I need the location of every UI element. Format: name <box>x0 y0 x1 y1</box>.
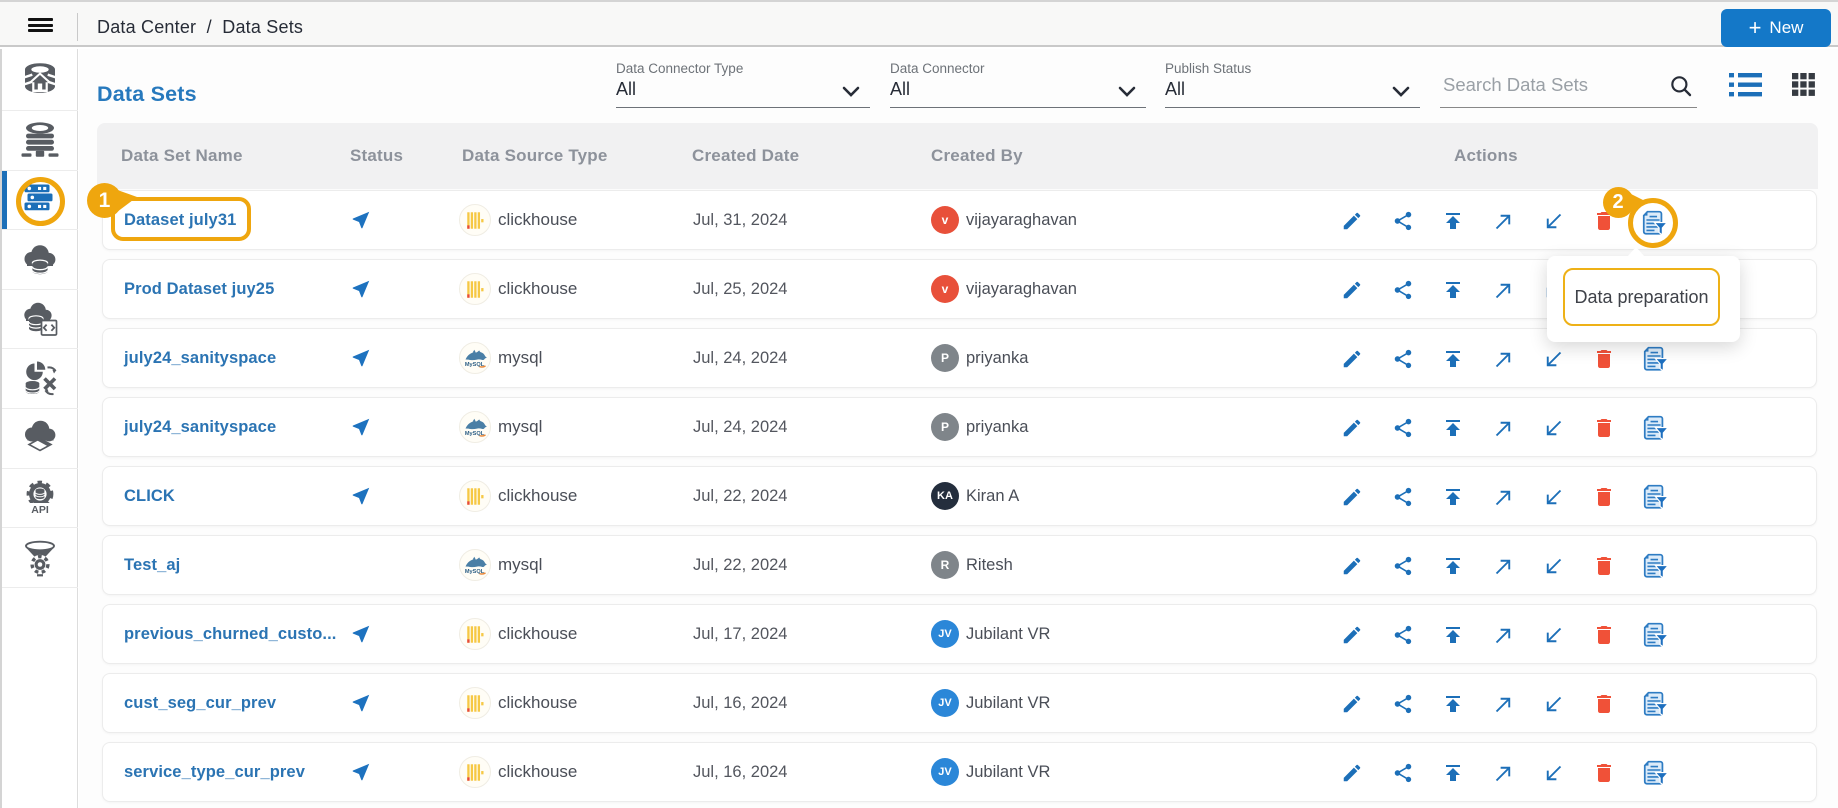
svg-text:API: API <box>31 504 49 516</box>
